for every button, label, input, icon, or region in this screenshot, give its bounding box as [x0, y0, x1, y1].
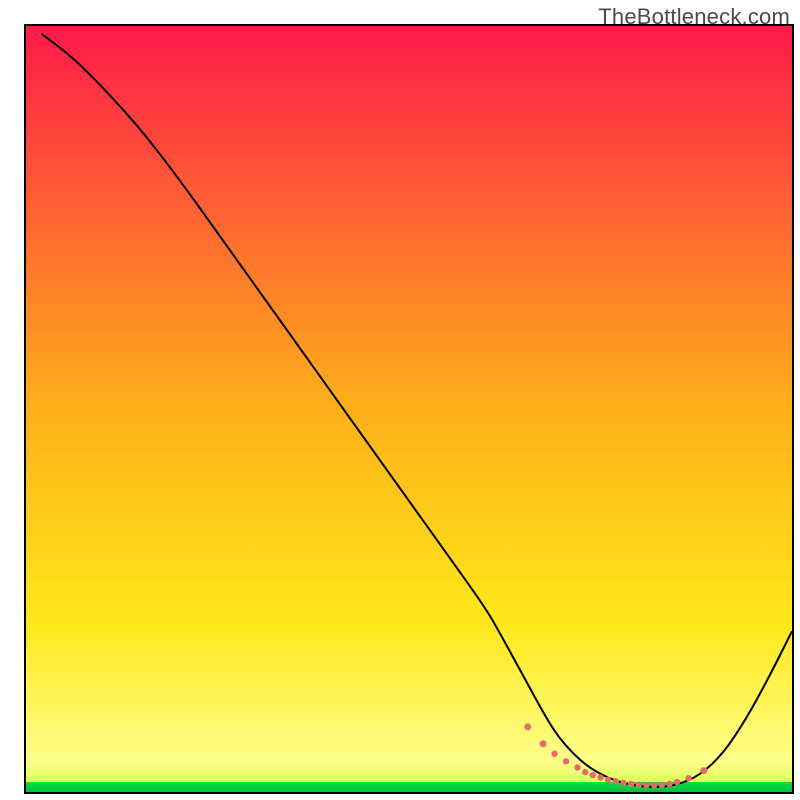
highlight-point	[540, 740, 547, 747]
highlight-point	[685, 775, 691, 781]
highlight-point	[613, 778, 619, 784]
highlight-point	[590, 772, 596, 778]
highlight-point	[582, 769, 588, 775]
highlight-point	[700, 767, 707, 774]
highlight-point	[605, 777, 611, 783]
plot-area	[24, 24, 794, 794]
highlight-point	[674, 779, 680, 785]
highlight-point	[659, 782, 665, 788]
highlight-point	[524, 723, 531, 730]
highlight-point	[628, 781, 634, 787]
chart-frame: TheBottleneck.com	[0, 0, 800, 800]
highlight-point	[620, 780, 626, 786]
highlight-point	[651, 782, 657, 788]
watermark-text: TheBottleneck.com	[598, 4, 790, 30]
chart-svg	[26, 26, 792, 792]
highlight-point	[666, 781, 672, 787]
highlight-point	[574, 764, 580, 770]
highlight-point	[597, 774, 603, 780]
gradient-background	[26, 26, 792, 792]
highlight-point	[551, 751, 557, 757]
highlight-point	[636, 782, 642, 788]
highlight-point	[563, 758, 569, 764]
highlight-point	[643, 782, 649, 788]
